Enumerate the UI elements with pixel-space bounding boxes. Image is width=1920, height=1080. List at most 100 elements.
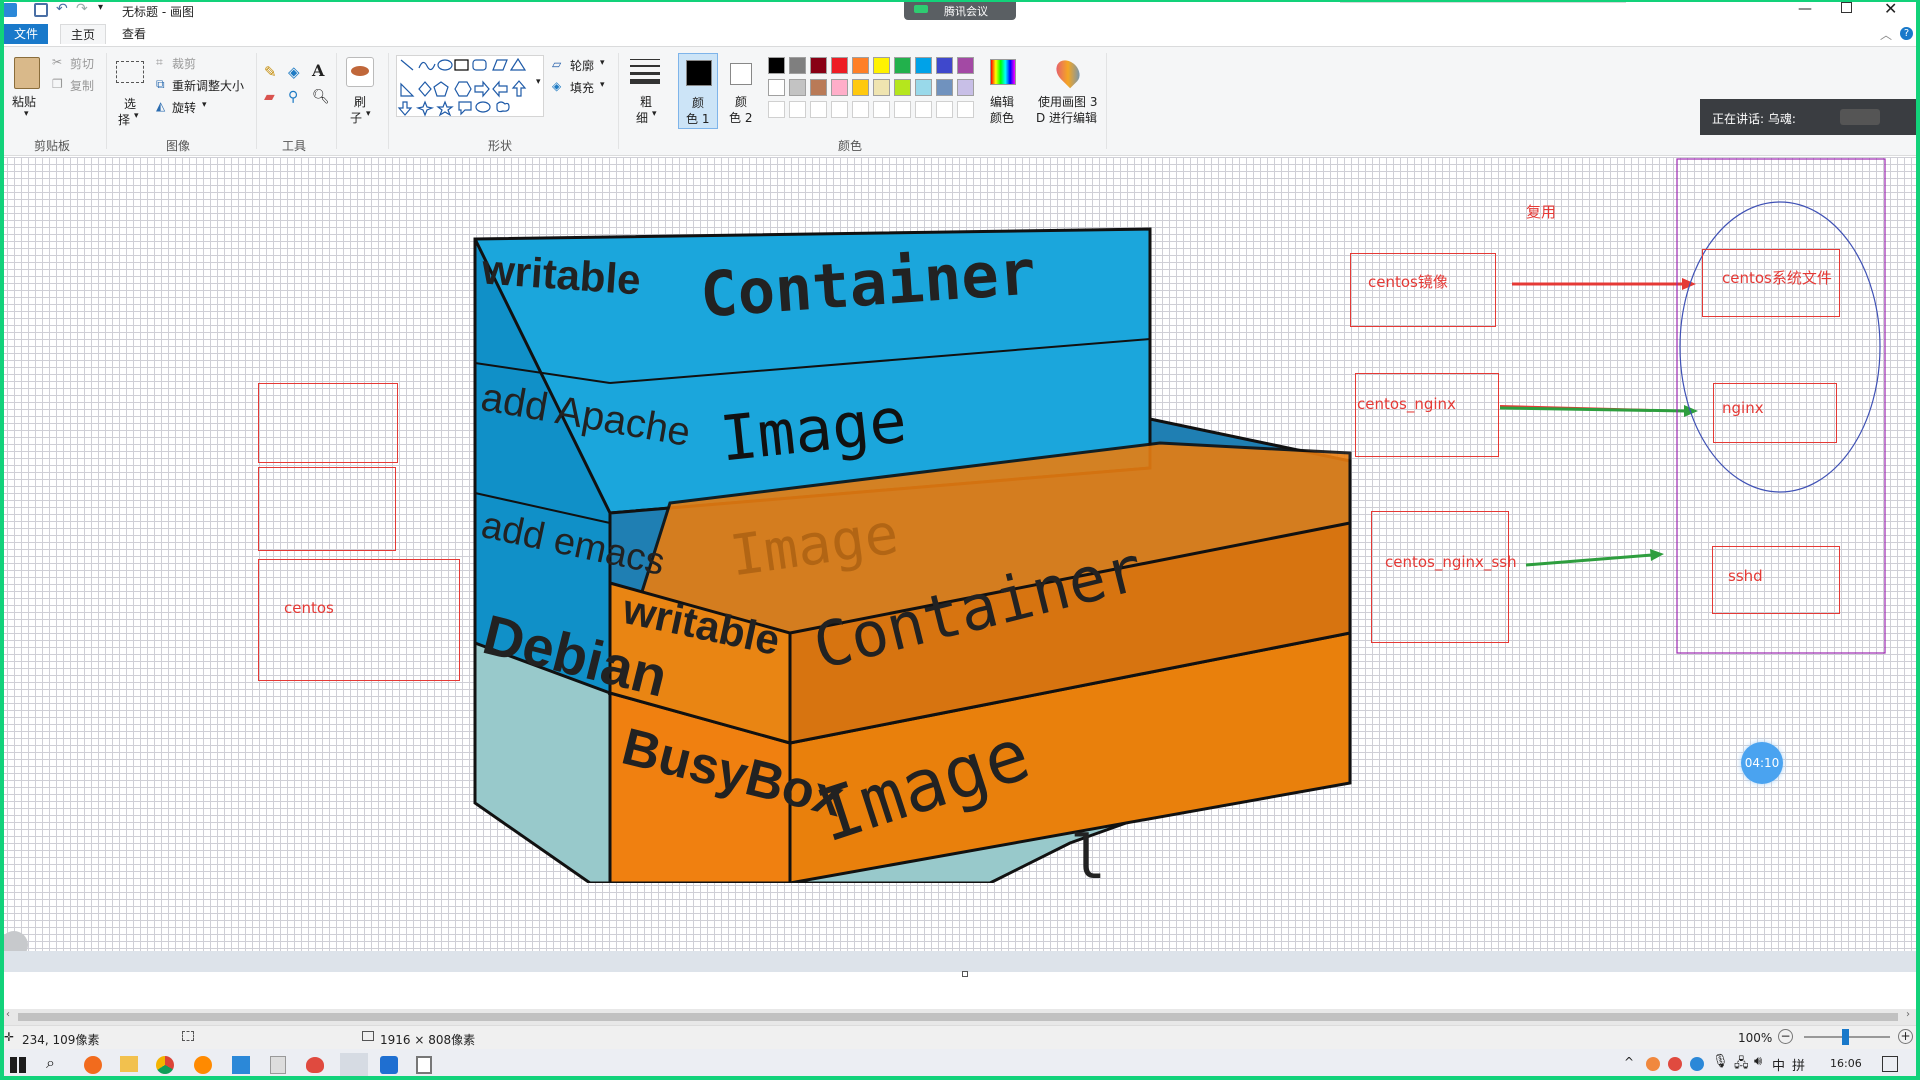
app-icon-1[interactable] bbox=[84, 1056, 102, 1074]
network-icon[interactable]: 🖧︎ bbox=[1734, 1054, 1749, 1076]
palette-swatch[interactable] bbox=[915, 57, 932, 74]
volume-icon[interactable]: 🔊︎ bbox=[1754, 1054, 1762, 1069]
palette-swatch[interactable] bbox=[852, 79, 869, 96]
palette-swatch[interactable] bbox=[957, 79, 974, 96]
palette-swatch[interactable] bbox=[768, 79, 785, 96]
custom-color-swatch[interactable] bbox=[852, 101, 869, 118]
horizontal-scrollbar[interactable]: ‹ › bbox=[0, 1009, 1920, 1025]
select-icon[interactable] bbox=[116, 61, 144, 83]
app-icon-2[interactable] bbox=[194, 1056, 212, 1074]
tab-home[interactable]: 主页 bbox=[60, 24, 107, 44]
minimize-button[interactable]: — bbox=[1798, 1, 1812, 17]
palette-swatch[interactable] bbox=[810, 57, 827, 74]
scrollbar-thumb[interactable] bbox=[18, 1013, 1898, 1021]
shapes-gallery[interactable] bbox=[396, 55, 544, 117]
select-button[interactable]: 选 bbox=[124, 95, 136, 112]
resize-button[interactable]: 重新调整大小 bbox=[172, 77, 244, 94]
palette-swatch[interactable] bbox=[936, 79, 953, 96]
select-dropdown-icon[interactable]: ▾ bbox=[134, 111, 139, 121]
paste-icon[interactable] bbox=[14, 57, 40, 89]
size-dropdown-icon[interactable]: ▾ bbox=[652, 109, 657, 119]
paint3d-button[interactable]: 使用画图 3 bbox=[1038, 93, 1097, 110]
custom-color-swatch[interactable] bbox=[915, 101, 932, 118]
cut-button[interactable]: 剪切 bbox=[70, 55, 94, 72]
pencil-icon[interactable]: ✎ bbox=[264, 63, 277, 81]
brushes-dropdown-icon[interactable]: ▾ bbox=[366, 109, 371, 119]
copy-button[interactable]: 复制 bbox=[70, 77, 94, 94]
palette-swatch[interactable] bbox=[936, 57, 953, 74]
collapse-ribbon-icon[interactable]: ︿ bbox=[1880, 26, 1892, 43]
palette-swatch[interactable] bbox=[894, 79, 911, 96]
save-icon[interactable] bbox=[34, 3, 48, 17]
app-icon-6-active[interactable] bbox=[340, 1053, 368, 1079]
app-icon-5[interactable] bbox=[306, 1057, 324, 1073]
custom-color-swatch[interactable] bbox=[957, 101, 974, 118]
tray-icon-1[interactable] bbox=[1646, 1057, 1660, 1071]
redo-icon[interactable]: ↷ bbox=[76, 1, 88, 17]
magnifier-icon[interactable]: 🔍︎ bbox=[312, 89, 330, 105]
select-button-2[interactable]: 择 bbox=[118, 111, 130, 128]
palette-swatch[interactable] bbox=[873, 79, 890, 96]
notification-icon[interactable] bbox=[1882, 1056, 1898, 1072]
palette-swatch[interactable] bbox=[789, 79, 806, 96]
timer-bubble[interactable]: 04:10 bbox=[1741, 742, 1783, 784]
custom-color-swatch[interactable] bbox=[894, 101, 911, 118]
palette-swatch[interactable] bbox=[915, 79, 932, 96]
paste-dropdown-icon[interactable]: ▾ bbox=[24, 109, 29, 119]
chrome-icon[interactable] bbox=[156, 1056, 174, 1074]
custom-color-swatch[interactable] bbox=[768, 101, 785, 118]
custom-color-swatch[interactable] bbox=[873, 101, 890, 118]
color-picker-icon[interactable]: ⚲ bbox=[288, 89, 298, 105]
microphone-icon[interactable]: 🎙︎ bbox=[1712, 1054, 1729, 1069]
size-icon[interactable] bbox=[630, 57, 660, 85]
custom-color-swatch[interactable] bbox=[810, 101, 827, 118]
tray-icon-2[interactable] bbox=[1668, 1057, 1682, 1071]
scroll-right-icon[interactable]: › bbox=[1906, 1009, 1910, 1020]
file-explorer-icon[interactable] bbox=[120, 1056, 138, 1072]
fill-icon[interactable]: ◈ bbox=[288, 63, 300, 81]
paste-button[interactable]: 粘贴 bbox=[12, 93, 36, 110]
canvas-area[interactable]: writable Container add Apache Image add … bbox=[0, 157, 1920, 977]
quick-access-dropdown-icon[interactable]: ▾ bbox=[98, 2, 103, 13]
edit-colors-button[interactable]: 编辑 bbox=[990, 93, 1014, 110]
edit-colors-button-2[interactable]: 颜色 bbox=[990, 109, 1014, 126]
start-icon[interactable] bbox=[10, 1057, 26, 1073]
zoom-in-button[interactable]: + bbox=[1898, 1029, 1913, 1044]
tray-icon-3[interactable] bbox=[1690, 1057, 1704, 1071]
close-button[interactable]: ✕ bbox=[1884, 0, 1897, 18]
app-icon-3[interactable] bbox=[232, 1056, 250, 1074]
ime-mode-indicator[interactable]: 拼 bbox=[1792, 1055, 1805, 1074]
shapes-gallery-icons[interactable] bbox=[397, 56, 545, 118]
palette-swatch[interactable] bbox=[894, 57, 911, 74]
ime-indicator[interactable]: 中 bbox=[1772, 1055, 1785, 1074]
notepad-icon[interactable] bbox=[416, 1056, 432, 1074]
palette-swatch[interactable] bbox=[768, 57, 785, 74]
rotate-dropdown-icon[interactable]: ▾ bbox=[202, 100, 207, 110]
palette-swatch[interactable] bbox=[789, 57, 806, 74]
brush-icon[interactable] bbox=[346, 57, 374, 87]
size-button-2[interactable]: 细 bbox=[636, 109, 648, 126]
fill-button[interactable]: 填充 bbox=[570, 79, 594, 96]
size-button[interactable]: 粗 bbox=[640, 93, 652, 110]
palette-swatch[interactable] bbox=[852, 57, 869, 74]
palette-swatch[interactable] bbox=[810, 79, 827, 96]
palette-swatch[interactable] bbox=[831, 57, 848, 74]
clock[interactable]: 16:06 bbox=[1830, 1057, 1862, 1070]
crop-button[interactable]: 裁剪 bbox=[172, 55, 196, 72]
tab-view[interactable]: 查看 bbox=[112, 24, 156, 44]
custom-color-swatch[interactable] bbox=[789, 101, 806, 118]
palette-swatch[interactable] bbox=[957, 57, 974, 74]
undo-icon[interactable]: ↶ bbox=[56, 1, 68, 17]
scroll-left-icon[interactable]: ‹ bbox=[6, 1009, 10, 1020]
shapes-scroll-icon[interactable]: ▾ bbox=[536, 77, 541, 87]
tab-file[interactable]: 文件 bbox=[4, 24, 49, 44]
resize-handle[interactable] bbox=[962, 971, 968, 977]
app-icon-4[interactable] bbox=[270, 1056, 286, 1074]
custom-color-swatch[interactable] bbox=[831, 101, 848, 118]
outline-dropdown-icon[interactable]: ▾ bbox=[600, 58, 605, 68]
meeting-bar[interactable]: 腾讯会议 bbox=[904, 0, 1016, 20]
custom-color-swatch[interactable] bbox=[936, 101, 953, 118]
search-icon[interactable]: ⌕ bbox=[46, 1053, 55, 1073]
color1-button[interactable]: 颜 色 1 bbox=[678, 53, 718, 129]
paint3d-button-2[interactable]: D 进行编辑 bbox=[1036, 109, 1097, 126]
